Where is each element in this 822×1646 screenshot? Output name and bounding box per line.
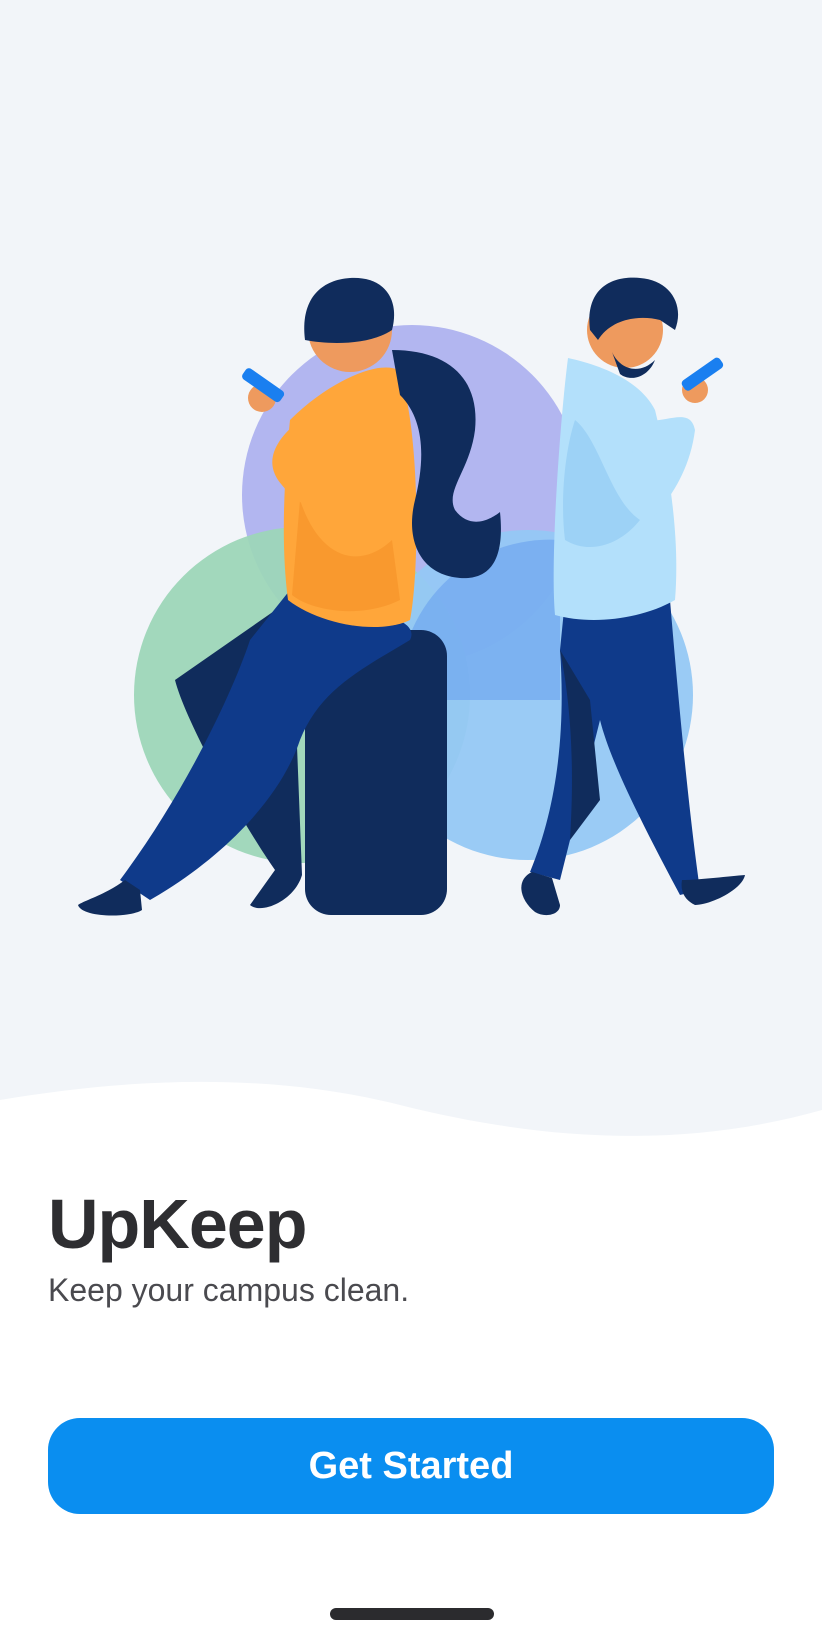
get-started-button[interactable]: Get Started	[48, 1418, 774, 1514]
home-indicator[interactable]	[330, 1608, 494, 1620]
app-tagline: Keep your campus clean.	[48, 1272, 410, 1308]
app-title: UpKeep	[48, 1185, 307, 1263]
onboarding-illustration	[78, 277, 745, 916]
